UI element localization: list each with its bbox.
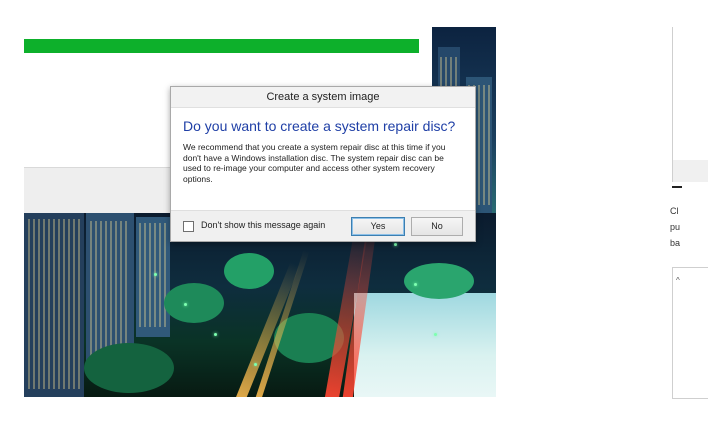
no-button[interactable]: No [411, 217, 463, 236]
beach-area [354, 293, 496, 397]
street-lamp [154, 273, 157, 276]
right-window-text-line: ba [670, 238, 681, 248]
street-lamp [414, 283, 417, 286]
dont-show-again-checkbox[interactable] [183, 221, 194, 232]
dialog-heading: Do you want to create a system repair di… [183, 118, 456, 134]
tree [404, 263, 474, 299]
right-window-list-box[interactable] [672, 267, 708, 399]
dialog-body: Do you want to create a system repair di… [171, 108, 475, 184]
street-lamp [214, 333, 217, 336]
progress-bar-fill [24, 39, 419, 53]
right-window-divider [672, 186, 682, 188]
right-window-footer [672, 160, 708, 182]
tree [224, 253, 274, 289]
create-system-image-dialog: Create a system image Do you want to cre… [170, 86, 476, 242]
tree [164, 283, 224, 323]
building-windows [139, 223, 167, 327]
street-lamp [394, 243, 397, 246]
dont-show-again-label[interactable]: Don't show this message again [201, 220, 325, 230]
street-lamp [434, 333, 437, 336]
tree [84, 343, 174, 393]
street-lamp [184, 303, 187, 306]
progress-bar [24, 39, 419, 53]
dialog-title: Create a system image [171, 87, 475, 108]
dialog-message: We recommend that you create a system re… [183, 142, 446, 184]
street-lamp [254, 363, 257, 366]
building-windows [90, 221, 130, 357]
scroll-up-arrow-icon[interactable]: ^ [676, 276, 680, 285]
right-window-text-line: pu [670, 222, 681, 232]
building-windows [28, 219, 80, 389]
right-window-panel [672, 27, 708, 177]
dialog-footer: Don't show this message again Yes No [171, 210, 475, 241]
right-window-text-line: Cl [670, 206, 679, 216]
yes-button[interactable]: Yes [351, 217, 405, 236]
